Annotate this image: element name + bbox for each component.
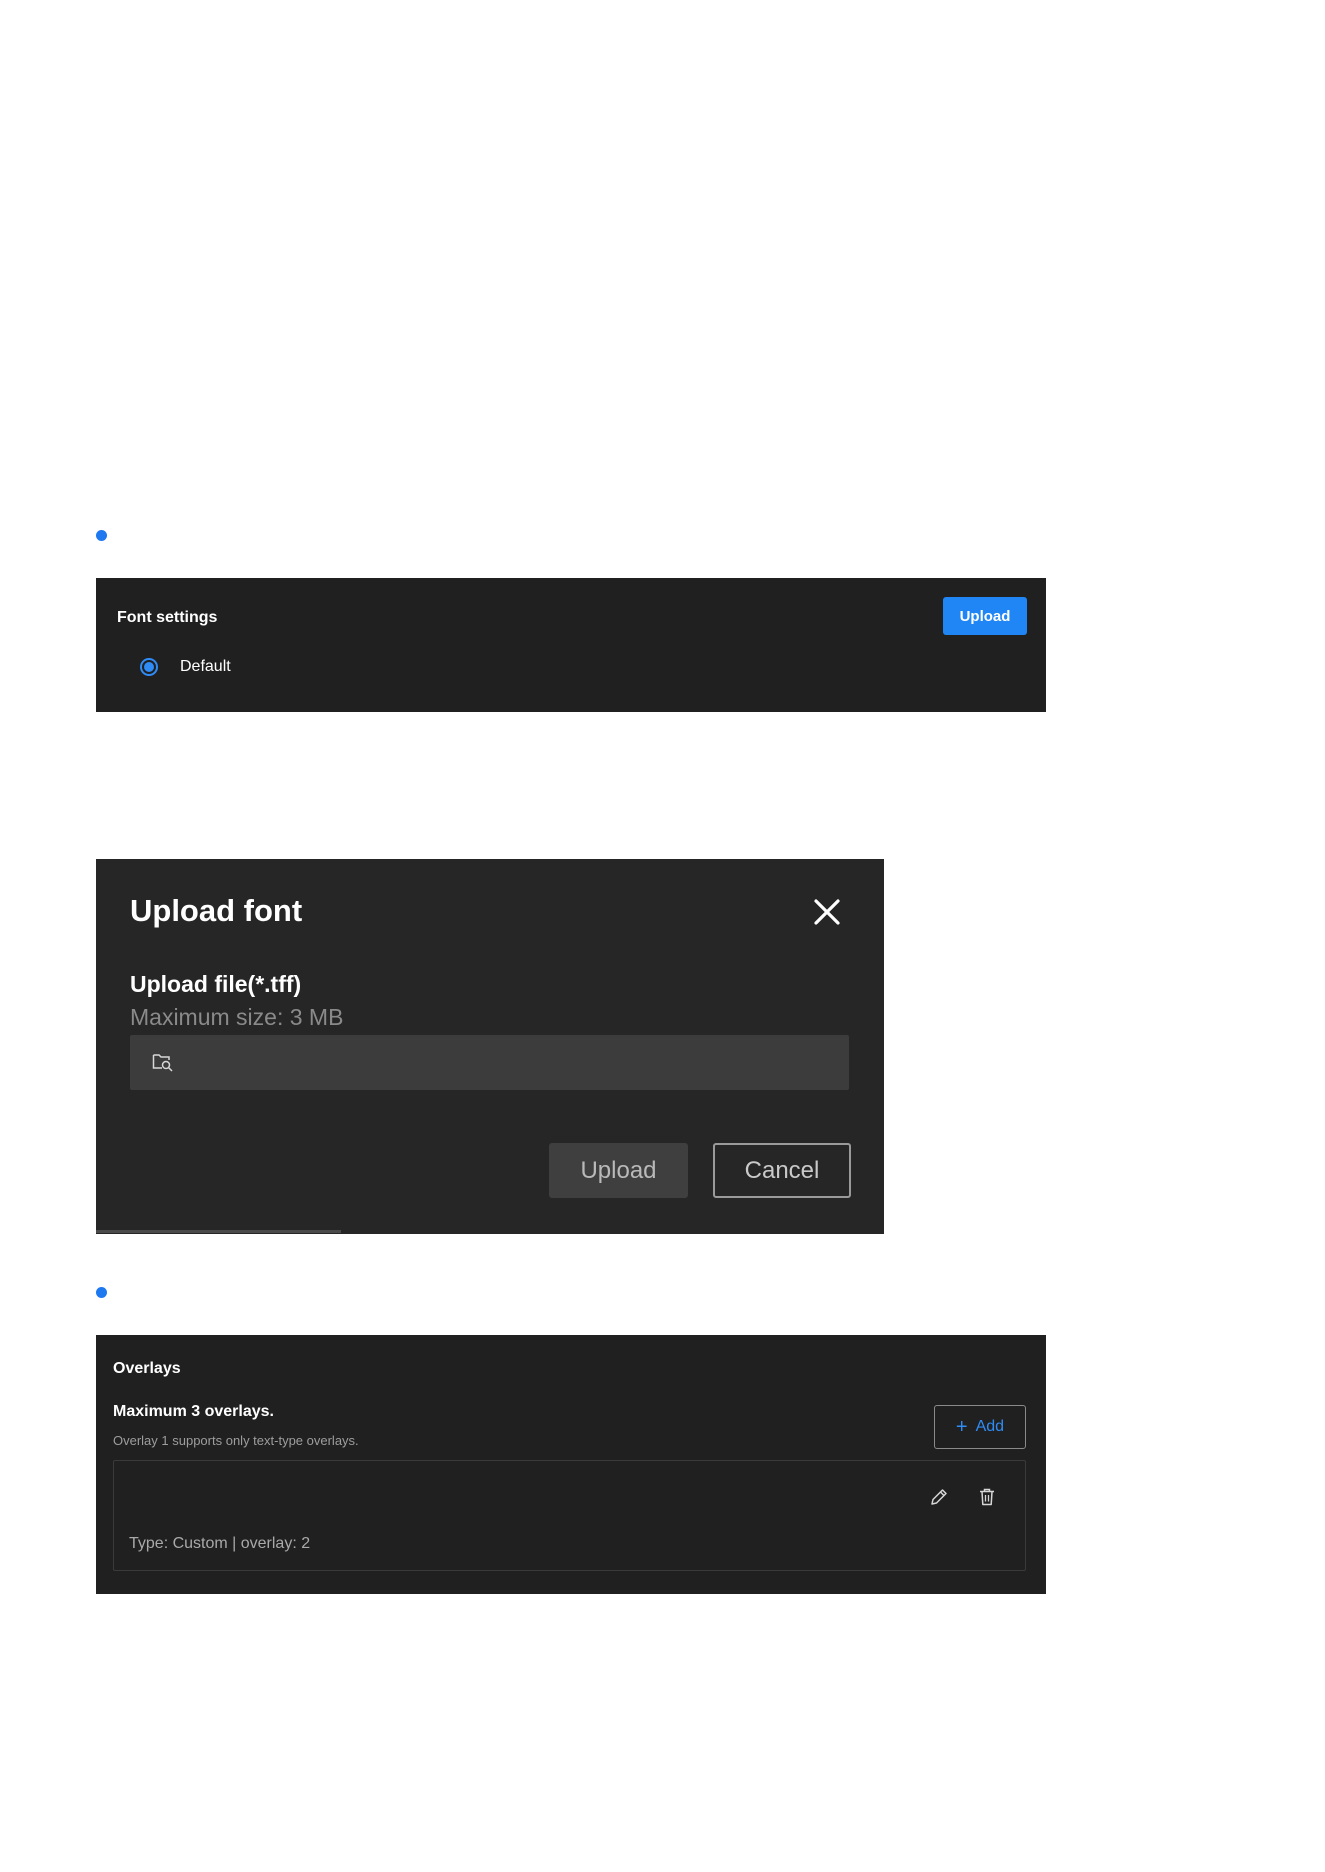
overlays-title: Overlays [113,1360,181,1377]
max-size-hint: Maximum size: 3 MB [130,1004,344,1030]
add-overlay-button[interactable]: + Add [934,1405,1026,1449]
radio-label: Default [180,658,231,675]
list-bullet [96,1287,107,1298]
folder-search-icon[interactable] [152,1052,174,1072]
overlay-list-item: Type: Custom | overlay: 2 [113,1460,1026,1571]
add-label: Add [975,1418,1005,1435]
overlays-max-text: Maximum 3 overlays. [113,1403,274,1420]
radio-selected-icon[interactable] [140,658,158,676]
dialog-cancel-button[interactable]: Cancel [713,1143,851,1198]
font-settings-title: Font settings [117,609,218,626]
scrollbar-strip [96,1230,341,1233]
overlays-panel: Overlays Maximum 3 overlays. Overlay 1 s… [96,1335,1046,1594]
overlay-meta-text: Type: Custom | overlay: 2 [129,1535,311,1552]
radio-option-default[interactable]: Default [140,658,231,676]
dialog-upload-button[interactable]: Upload [549,1143,688,1198]
upload-font-dialog: Upload font Upload file(*.tff) Maximum s… [96,859,884,1234]
upload-file-label: Upload file(*.tff) [130,971,302,997]
font-settings-panel: Font settings Upload Default [96,578,1046,712]
upload-button[interactable]: Upload [943,597,1027,635]
delete-button[interactable] [976,1486,998,1508]
dialog-title: Upload font [130,893,303,928]
close-button[interactable] [812,897,842,927]
overlays-hint: Overlay 1 supports only text-type overla… [113,1433,359,1448]
file-picker-input[interactable] [130,1035,849,1090]
close-icon [814,899,840,925]
pencil-icon [931,1489,947,1505]
trash-icon [980,1488,994,1506]
edit-button[interactable] [928,1486,950,1508]
list-bullet [96,530,107,541]
plus-icon: + [955,1416,968,1438]
